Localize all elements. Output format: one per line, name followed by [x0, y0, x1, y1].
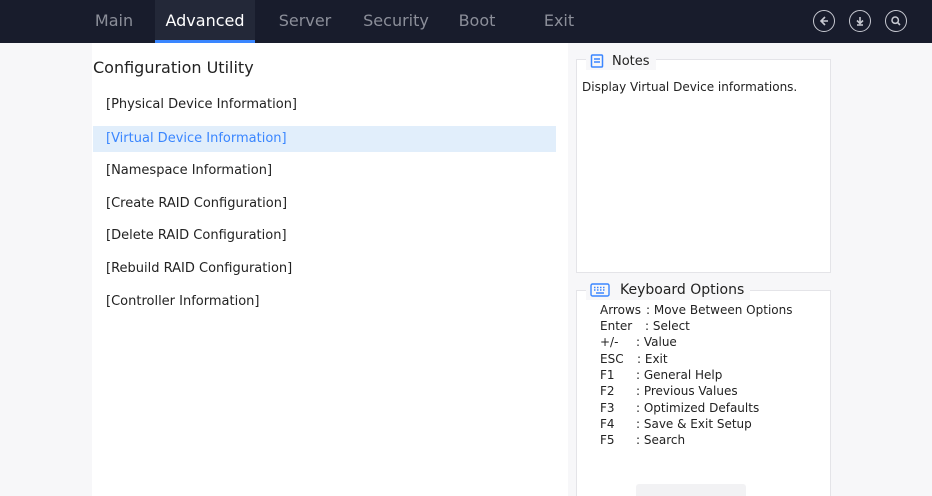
tab-advanced[interactable]: Advanced	[155, 0, 255, 43]
kb-row-value: +/- : Value	[600, 335, 677, 349]
kb-key: Arrows	[600, 303, 642, 317]
keyboard-icon	[590, 283, 610, 297]
menu-item-delete-raid[interactable]: [Delete RAID Configuration]	[93, 223, 556, 249]
top-nav-bar: Main Advanced Server Security Boot Exit	[0, 0, 932, 43]
tab-exit[interactable]: Exit	[530, 0, 588, 43]
menu-item-namespace[interactable]: [Namespace Information]	[93, 158, 556, 184]
menu-item-physical-device[interactable]: [Physical Device Information]	[93, 92, 556, 118]
keyboard-options-header: Keyboard Options	[586, 280, 751, 300]
kb-key: F3	[600, 401, 615, 415]
kb-desc: : Exit	[637, 352, 668, 366]
kb-desc: : Search	[636, 433, 686, 447]
tab-boot[interactable]: Boot	[446, 0, 508, 43]
kb-key: Enter	[600, 319, 633, 333]
kb-desc: : Move Between Options	[646, 303, 793, 317]
kb-key: ESC	[600, 352, 624, 366]
menu-item-rebuild-raid[interactable]: [Rebuild RAID Configuration]	[93, 256, 556, 282]
search-icon[interactable]	[885, 10, 907, 32]
kb-key: F2	[600, 384, 615, 398]
kb-row-f3: F3 : Optimized Defaults	[600, 401, 759, 415]
kb-key: +/-	[600, 335, 619, 349]
notes-icon	[590, 54, 604, 68]
kb-desc: : Select	[645, 319, 690, 333]
back-icon[interactable]	[813, 10, 835, 32]
kb-row-f4: F4 : Save & Exit Setup	[600, 417, 752, 431]
download-icon[interactable]	[849, 10, 871, 32]
tab-server[interactable]: Server	[266, 0, 344, 43]
kb-row-enter: Enter : Select	[600, 319, 690, 333]
notes-text: Display Virtual Device informations.	[582, 80, 798, 94]
kb-desc: : Value	[636, 335, 677, 349]
menu-item-controller[interactable]: [Controller Information]	[93, 289, 556, 315]
kb-desc: : General Help	[636, 368, 723, 382]
kb-row-esc: ESC : Exit	[600, 352, 668, 366]
notes-title: Notes	[612, 53, 650, 69]
menu-item-create-raid[interactable]: [Create RAID Configuration]	[93, 191, 556, 217]
kb-desc: : Save & Exit Setup	[636, 417, 752, 431]
tab-security[interactable]: Security	[356, 0, 436, 43]
kb-row-f1: F1 : General Help	[600, 368, 722, 382]
tab-main[interactable]: Main	[78, 0, 150, 43]
kb-row-arrows: Arrows : Move Between Options	[600, 303, 792, 317]
menu-item-virtual-device[interactable]: [Virtual Device Information]	[93, 126, 556, 152]
kb-desc: : Optimized Defaults	[636, 401, 760, 415]
kb-desc: : Previous Values	[636, 384, 738, 398]
kb-row-f2: F2 : Previous Values	[600, 384, 738, 398]
keyboard-options-title: Keyboard Options	[620, 282, 745, 298]
bottom-scroll-indicator	[636, 484, 746, 496]
kb-key: F1	[600, 368, 615, 382]
kb-key: F5	[600, 433, 615, 447]
notes-header: Notes	[586, 52, 656, 70]
kb-key: F4	[600, 417, 615, 431]
kb-row-f5: F5 : Search	[600, 433, 685, 447]
page-title: Configuration Utility	[93, 58, 254, 77]
